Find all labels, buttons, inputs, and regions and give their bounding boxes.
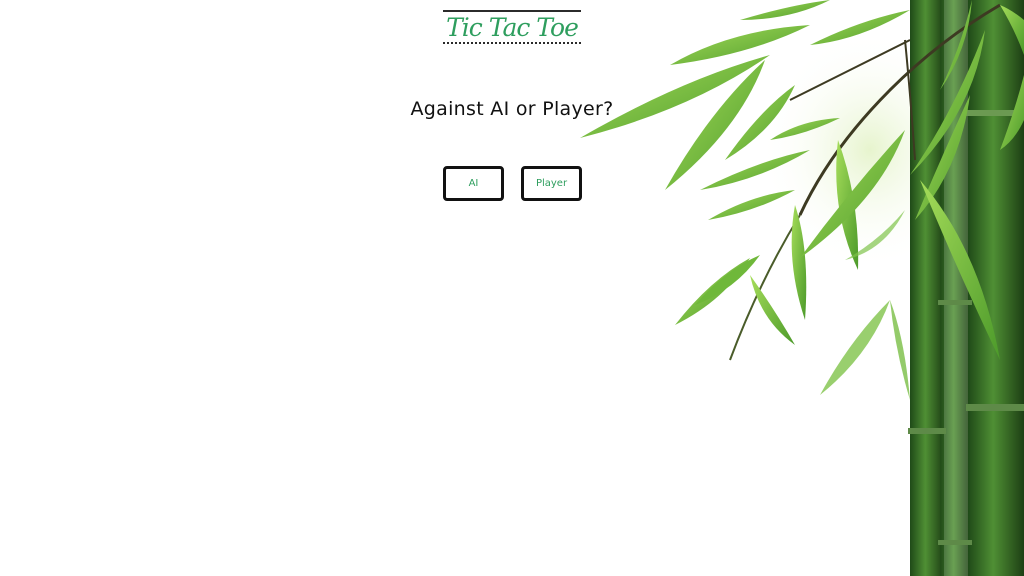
app-title: Tic Tac Toe	[443, 10, 581, 44]
mode-question: Against AI or Player?	[410, 98, 614, 120]
bamboo-background-image	[580, 0, 1024, 576]
mode-choice-buttons: AI Player	[443, 166, 582, 201]
player-button[interactable]: Player	[521, 166, 582, 201]
header: Tic Tac Toe	[0, 10, 1024, 44]
game-page: Tic Tac Toe Against AI or Player? AI Pla…	[0, 0, 1024, 576]
ai-button[interactable]: AI	[443, 166, 504, 201]
